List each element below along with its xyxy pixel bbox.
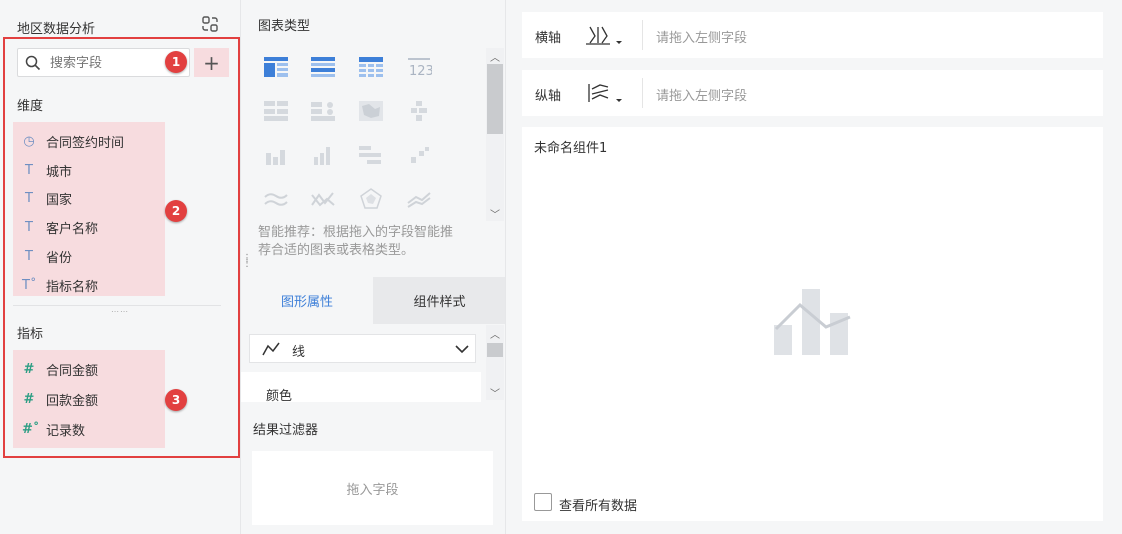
clock-icon: ◷ xyxy=(23,133,35,149)
filter-drop-zone[interactable]: 拖入字段 xyxy=(252,451,493,525)
chart-type-value: 线 xyxy=(292,345,306,360)
chart-canvas: 未命名组件1 查看所有数据 xyxy=(522,127,1103,521)
scroll-up-icon[interactable]: ︿ xyxy=(486,48,504,64)
text-type-icon: T xyxy=(25,190,33,206)
switch-dataset-icon[interactable] xyxy=(200,14,220,34)
dimension-label: 城市 xyxy=(46,164,73,180)
scroll-thumb[interactable] xyxy=(487,64,503,134)
data-panel: 地区数据分析 + 维度 ◷合同签约时间T城市T国家T客户名称T省份T˚指标名称 … xyxy=(0,0,240,534)
recommend-text: 智能推荐：根据拖入的字段智能推 xyxy=(258,225,454,240)
tab-graphic-properties[interactable]: 图形属性 xyxy=(241,277,373,324)
measure-item[interactable]: # 合同金额 xyxy=(22,359,98,379)
dimension-item[interactable]: T 客户名称 xyxy=(22,217,98,237)
gutter xyxy=(505,0,522,534)
svg-text:123: 123 xyxy=(409,64,432,78)
dimension-label: 客户名称 xyxy=(46,221,99,237)
number-type-icon: # xyxy=(23,361,35,377)
line-chart-icon xyxy=(262,341,280,357)
divider xyxy=(642,20,643,50)
scroll-thumb[interactable] xyxy=(487,343,503,357)
text-type-icon: T xyxy=(25,219,33,235)
dimension-label: 合同签约时间 xyxy=(46,135,125,151)
dimension-item[interactable]: T 省份 xyxy=(22,246,72,266)
panel-resize-handle[interactable]: ⋮ ⋮ xyxy=(242,254,252,274)
dimension-item[interactable]: T 城市 xyxy=(22,160,72,180)
dimension-label: 指标名称 xyxy=(46,279,99,295)
area-line-icon[interactable] xyxy=(310,188,336,210)
dimensions-title: 维度 xyxy=(17,99,44,114)
measure-item[interactable]: #˚ 记录数 xyxy=(22,419,85,439)
recommend-hint: 智能推荐：根据拖入的字段智能推 荐合适的图表或表格类型。 xyxy=(258,224,483,260)
property-scrollbar[interactable]: ︿ ﹀ xyxy=(486,325,504,400)
annotation-badge: 2 xyxy=(165,200,187,222)
scatter-chart-icon[interactable] xyxy=(406,144,432,166)
scroll-up-icon[interactable]: ︿ xyxy=(486,325,504,341)
divider xyxy=(13,305,221,306)
dimension-label: 省份 xyxy=(46,250,73,266)
y-axis-label: 纵轴 xyxy=(535,89,562,104)
x-axis-label: 横轴 xyxy=(535,31,562,46)
x-axis-sort-icon[interactable] xyxy=(586,23,626,47)
filter-title: 结果过滤器 xyxy=(253,423,319,438)
divider xyxy=(642,78,643,108)
text-type-computed-icon: T˚ xyxy=(22,277,37,293)
map-icon[interactable] xyxy=(358,100,384,122)
chart-type-select[interactable]: 线 xyxy=(249,334,476,363)
number-type-computed-icon: #˚ xyxy=(22,421,40,437)
view-all-data-checkbox[interactable] xyxy=(534,493,552,511)
text-type-icon: T xyxy=(25,248,33,264)
resize-handle[interactable]: ⋯⋯ xyxy=(111,308,128,316)
scroll-down-icon[interactable]: ﹀ xyxy=(486,384,504,400)
recommend-text: 荐合适的图表或表格类型。 xyxy=(258,243,415,258)
measures-title: 指标 xyxy=(17,327,44,342)
y-axis-sort-icon[interactable] xyxy=(586,81,626,105)
dimension-item[interactable]: ◷ 合同签约时间 xyxy=(22,131,124,151)
table-icon[interactable] xyxy=(263,56,289,78)
dimension-label: 国家 xyxy=(46,192,73,208)
chart-type-scrollbar[interactable]: ︿ ﹀ xyxy=(486,48,504,221)
measure-label: 合同金额 xyxy=(46,363,99,379)
search-input[interactable] xyxy=(50,53,160,73)
text-type-icon: T xyxy=(25,162,33,178)
x-axis-bar[interactable]: 横轴 请拖入左侧字段 xyxy=(522,12,1103,58)
horizontal-bar-icon[interactable] xyxy=(358,144,384,166)
y-axis-drop-placeholder[interactable]: 请拖入左侧字段 xyxy=(656,85,747,104)
component-title[interactable]: 未命名组件1 xyxy=(534,137,607,156)
dimension-item[interactable]: T 国家 xyxy=(22,188,72,208)
line-chart-icon[interactable] xyxy=(263,188,289,210)
annotation-badge: 3 xyxy=(165,389,187,411)
measure-item[interactable]: # 回款金额 xyxy=(22,389,98,409)
view-all-data-label[interactable]: 查看所有数据 xyxy=(559,495,637,514)
dot-card-icon[interactable] xyxy=(310,100,336,122)
scroll-down-icon[interactable]: ﹀ xyxy=(486,205,504,221)
dataset-title: 地区数据分析 xyxy=(17,22,96,37)
cross-table-icon[interactable] xyxy=(358,56,384,78)
text-card-icon[interactable] xyxy=(263,100,289,122)
y-axis-bar[interactable]: 纵轴 请拖入左侧字段 xyxy=(522,70,1103,116)
kpi-number-icon[interactable]: 123 xyxy=(406,56,432,78)
color-row[interactable]: 颜色 xyxy=(241,372,481,404)
measure-label: 回款金额 xyxy=(46,393,99,409)
chart-type-title: 图表类型 xyxy=(258,19,311,34)
search-icon xyxy=(25,55,41,71)
bar-chart-icon[interactable] xyxy=(263,144,289,166)
x-axis-drop-placeholder[interactable]: 请拖入左侧字段 xyxy=(656,27,747,46)
empty-chart-icon xyxy=(772,285,852,359)
tab-component-style[interactable]: 组件样式 xyxy=(373,277,506,324)
color-label: 颜色 xyxy=(266,389,293,404)
annotation-badge: 1 xyxy=(165,51,187,73)
dimension-item[interactable]: T˚ 指标名称 xyxy=(22,275,98,295)
multi-line-icon[interactable] xyxy=(406,188,432,210)
add-field-button[interactable]: + xyxy=(194,48,229,77)
group-table-icon[interactable] xyxy=(310,56,336,78)
number-type-icon: # xyxy=(23,391,35,407)
heat-grid-icon[interactable] xyxy=(406,100,432,122)
radar-chart-icon[interactable] xyxy=(358,188,384,210)
chart-config-panel: 图表类型 123 ︿ ﹀ 智能推荐：根据拖入的字段智能推 荐合适的图表或表格类型… xyxy=(240,0,506,534)
measure-label: 记录数 xyxy=(46,423,86,439)
column-chart-icon[interactable] xyxy=(310,144,336,166)
chart-type-grid: 123 xyxy=(241,40,481,225)
chevron-down-icon xyxy=(455,342,469,356)
